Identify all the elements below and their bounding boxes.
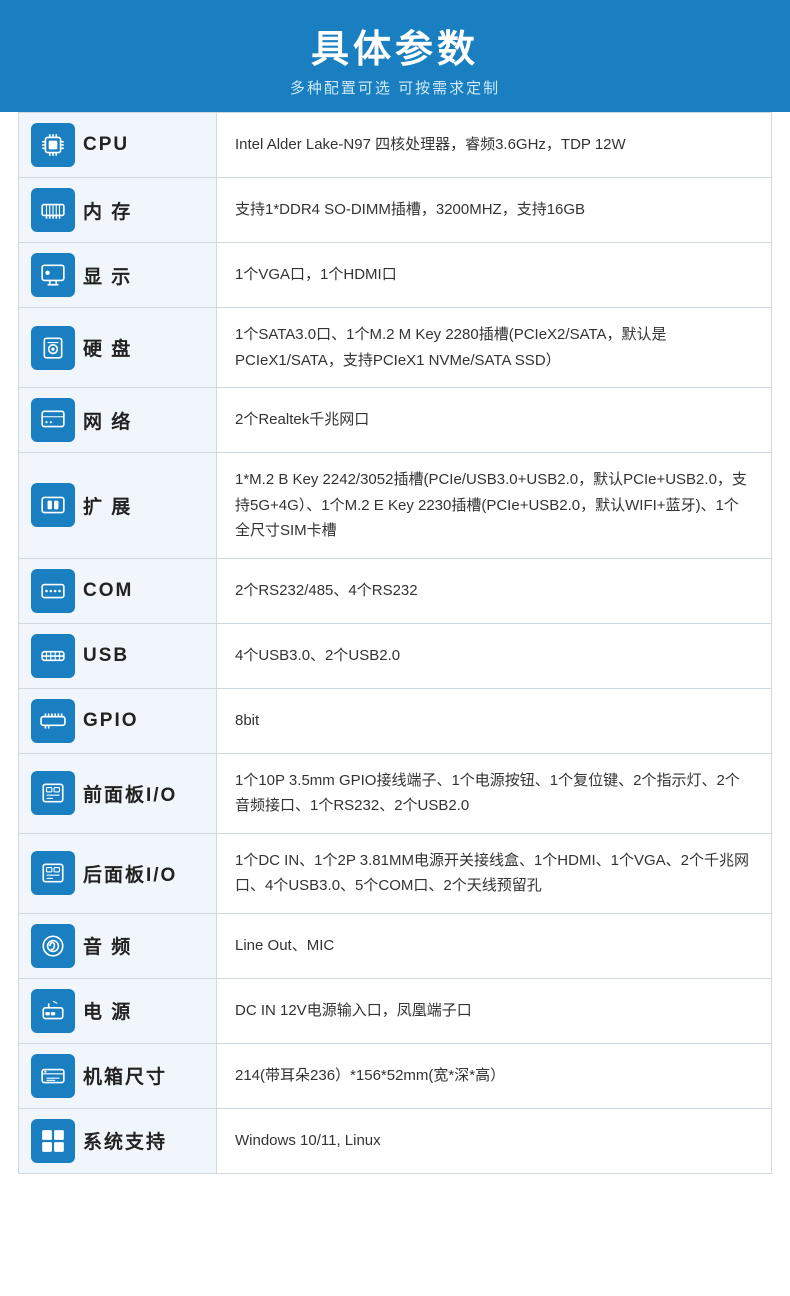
spec-label-memory: 内 存 bbox=[19, 178, 217, 242]
spec-label-text-os: 系统支持 bbox=[83, 1127, 167, 1154]
spec-label-text-audio: 音 频 bbox=[83, 932, 132, 959]
icon-display bbox=[31, 253, 75, 297]
spec-value-network: 2个Realtek千兆网口 bbox=[217, 388, 771, 452]
spec-label-text-usb: USB bbox=[83, 645, 129, 667]
spec-value-com: 2个RS232/485、4个RS232 bbox=[217, 559, 771, 623]
spec-label-rear-io: 后面板I/O bbox=[19, 834, 217, 913]
spec-label-audio: 音 频 bbox=[19, 914, 217, 978]
spec-row-com: COM 2个RS232/485、4个RS232 bbox=[18, 558, 772, 624]
specs-table: CPU Intel Alder Lake-N97 四核处理器，睿频3.6GHz，… bbox=[18, 112, 772, 1174]
spec-label-text-front-io: 前面板I/O bbox=[83, 780, 177, 807]
spec-label-front-io: 前面板I/O bbox=[19, 754, 217, 833]
spec-label-text-rear-io: 后面板I/O bbox=[83, 860, 177, 887]
spec-label-os: 系统支持 bbox=[19, 1109, 217, 1173]
spec-label-text-memory: 内 存 bbox=[83, 197, 132, 224]
spec-label-text-chassis: 机箱尺寸 bbox=[83, 1062, 167, 1089]
spec-value-front-io: 1个10P 3.5mm GPIO接线端子、1个电源按钮、1个复位键、2个指示灯、… bbox=[217, 754, 771, 833]
spec-value-power: DC IN 12V电源输入口，凤凰端子口 bbox=[217, 979, 771, 1043]
icon-network bbox=[31, 398, 75, 442]
spec-label-usb: USB bbox=[19, 624, 217, 688]
spec-value-audio: Line Out、MIC bbox=[217, 914, 771, 978]
spec-value-display: 1个VGA口，1个HDMI口 bbox=[217, 243, 771, 307]
spec-label-com: COM bbox=[19, 559, 217, 623]
icon-power bbox=[31, 989, 75, 1033]
specs-wrapper: CPU Intel Alder Lake-N97 四核处理器，睿频3.6GHz，… bbox=[0, 112, 790, 1191]
spec-label-text-storage: 硬 盘 bbox=[83, 334, 132, 361]
spec-value-storage: 1个SATA3.0口、1个M.2 M Key 2280插槽(PCIeX2/SAT… bbox=[217, 308, 771, 387]
spec-row-expansion: 扩 展 1*M.2 B Key 2242/3052插槽(PCIe/USB3.0+… bbox=[18, 452, 772, 559]
spec-value-expansion: 1*M.2 B Key 2242/3052插槽(PCIe/USB3.0+USB2… bbox=[217, 453, 771, 558]
spec-row-front-io: 前面板I/O 1个10P 3.5mm GPIO接线端子、1个电源按钮、1个复位键… bbox=[18, 753, 772, 834]
spec-label-gpio: GPIO bbox=[19, 689, 217, 753]
spec-value-rear-io: 1个DC IN、1个2P 3.81MM电源开关接线盒、1个HDMI、1个VGA、… bbox=[217, 834, 771, 913]
page-subtitle: 多种配置可选 可按需求定制 bbox=[0, 77, 790, 98]
spec-row-usb: USB 4个USB3.0、2个USB2.0 bbox=[18, 623, 772, 689]
spec-row-chassis: 机箱尺寸 214(带耳朵236）*156*52mm(宽*深*高） bbox=[18, 1043, 772, 1109]
spec-row-rear-io: 后面板I/O 1个DC IN、1个2P 3.81MM电源开关接线盒、1个HDMI… bbox=[18, 833, 772, 914]
page-title: 具体参数 bbox=[0, 18, 790, 73]
spec-label-display: 显 示 bbox=[19, 243, 217, 307]
spec-value-cpu: Intel Alder Lake-N97 四核处理器，睿频3.6GHz，TDP … bbox=[217, 113, 771, 177]
spec-row-power: 电 源 DC IN 12V电源输入口，凤凰端子口 bbox=[18, 978, 772, 1044]
icon-gpio bbox=[31, 699, 75, 743]
icon-storage bbox=[31, 326, 75, 370]
spec-label-text-gpio: GPIO bbox=[83, 710, 139, 732]
icon-front-io bbox=[31, 771, 75, 815]
spec-label-chassis: 机箱尺寸 bbox=[19, 1044, 217, 1108]
icon-memory bbox=[31, 188, 75, 232]
spec-label-text-cpu: CPU bbox=[83, 134, 129, 156]
spec-label-text-com: COM bbox=[83, 580, 133, 602]
spec-label-expansion: 扩 展 bbox=[19, 453, 217, 558]
spec-value-gpio: 8bit bbox=[217, 689, 771, 753]
icon-com bbox=[31, 569, 75, 613]
spec-row-os: 系统支持 Windows 10/11, Linux bbox=[18, 1108, 772, 1174]
icon-rear-io bbox=[31, 851, 75, 895]
spec-label-text-power: 电 源 bbox=[83, 997, 132, 1024]
spec-label-network: 网 络 bbox=[19, 388, 217, 452]
spec-label-cpu: CPU bbox=[19, 113, 217, 177]
spec-value-memory: 支持1*DDR4 SO-DIMM插槽，3200MHZ，支持16GB bbox=[217, 178, 771, 242]
spec-row-storage: 硬 盘 1个SATA3.0口、1个M.2 M Key 2280插槽(PCIeX2… bbox=[18, 307, 772, 388]
spec-value-usb: 4个USB3.0、2个USB2.0 bbox=[217, 624, 771, 688]
spec-value-chassis: 214(带耳朵236）*156*52mm(宽*深*高） bbox=[217, 1044, 771, 1108]
spec-label-text-display: 显 示 bbox=[83, 262, 132, 289]
spec-row-memory: 内 存 支持1*DDR4 SO-DIMM插槽，3200MHZ，支持16GB bbox=[18, 177, 772, 243]
spec-row-display: 显 示 1个VGA口，1个HDMI口 bbox=[18, 242, 772, 308]
spec-label-power: 电 源 bbox=[19, 979, 217, 1043]
icon-cpu bbox=[31, 123, 75, 167]
icon-os bbox=[31, 1119, 75, 1163]
spec-value-os: Windows 10/11, Linux bbox=[217, 1109, 771, 1173]
icon-expansion bbox=[31, 483, 75, 527]
spec-label-text-network: 网 络 bbox=[83, 407, 132, 434]
header: 具体参数 多种配置可选 可按需求定制 bbox=[0, 0, 790, 112]
icon-audio bbox=[31, 924, 75, 968]
spec-row-cpu: CPU Intel Alder Lake-N97 四核处理器，睿频3.6GHz，… bbox=[18, 112, 772, 178]
icon-chassis bbox=[31, 1054, 75, 1098]
spec-label-storage: 硬 盘 bbox=[19, 308, 217, 387]
spec-row-network: 网 络 2个Realtek千兆网口 bbox=[18, 387, 772, 453]
spec-row-audio: 音 频 Line Out、MIC bbox=[18, 913, 772, 979]
spec-row-gpio: GPIO 8bit bbox=[18, 688, 772, 754]
spec-label-text-expansion: 扩 展 bbox=[83, 492, 132, 519]
icon-usb bbox=[31, 634, 75, 678]
